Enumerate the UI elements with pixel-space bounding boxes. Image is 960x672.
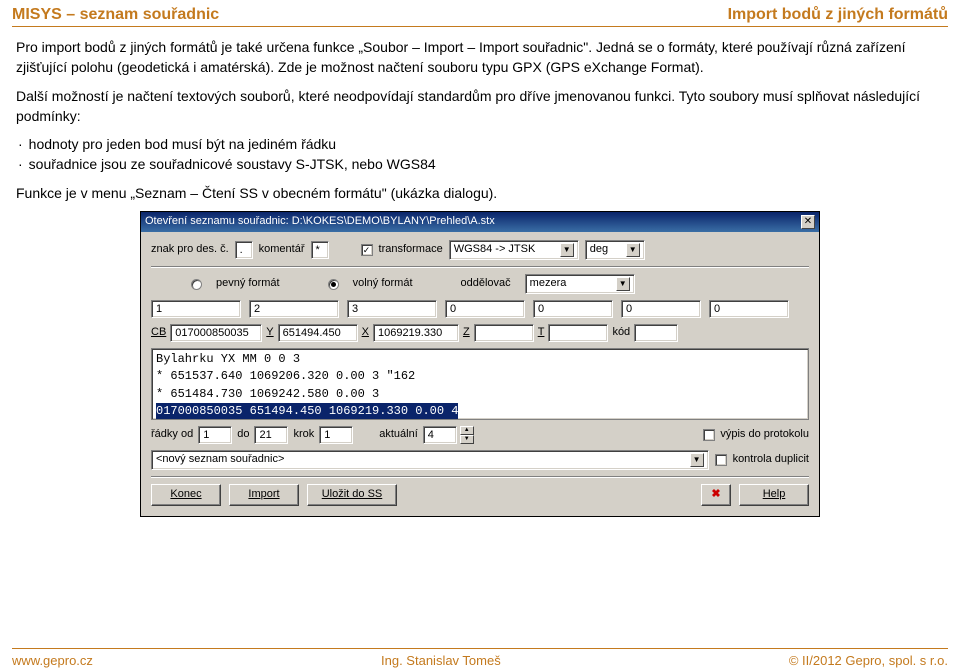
t-input[interactable] bbox=[548, 324, 608, 342]
comment-label: komentář bbox=[259, 242, 305, 258]
import-button[interactable]: Import bbox=[229, 484, 299, 506]
rows-from-input[interactable]: 1 bbox=[198, 426, 232, 444]
page-title-right: Import bodů z jiných formátů bbox=[728, 6, 948, 24]
step-input[interactable]: 1 bbox=[319, 426, 353, 444]
current-spinner[interactable]: ▲▼ bbox=[460, 426, 474, 444]
transform-select[interactable]: WGS84 -> JTSK ▼ bbox=[449, 240, 579, 260]
save-button[interactable]: Uložit do SS bbox=[307, 484, 397, 506]
free-format-label: volný formát bbox=[353, 276, 413, 292]
footer-url: www.gepro.cz bbox=[12, 653, 93, 668]
bullet-2: souřadnice jsou ze souřadnicové soustavy… bbox=[16, 154, 944, 174]
dialog-title-text: Otevření seznamu souřadnic: D:\KOKES\DEM… bbox=[145, 214, 495, 230]
x-input[interactable]: 1069219.330 bbox=[373, 324, 459, 342]
current-label: aktuální bbox=[379, 427, 418, 443]
decimal-label: znak pro des. č. bbox=[151, 242, 229, 258]
decimal-input[interactable]: . bbox=[235, 241, 253, 259]
log-label: výpis do protokolu bbox=[720, 427, 809, 443]
dialog-titlebar: Otevření seznamu souřadnic: D:\KOKES\DEM… bbox=[141, 212, 819, 232]
z-input[interactable] bbox=[474, 324, 534, 342]
content-area: Pro import bodů z jiných formátů je také… bbox=[0, 37, 960, 517]
x-label: X bbox=[362, 325, 369, 341]
paragraph-3: Funkce je v menu „Seznam – Čtení SS v ob… bbox=[16, 183, 944, 203]
rows-to-input[interactable]: 21 bbox=[254, 426, 288, 444]
preview-line: * 651484.730 1069242.580 0.00 3 bbox=[156, 386, 804, 403]
fixed-format-label: pevný formát bbox=[216, 276, 280, 292]
chevron-down-icon: ▼ bbox=[560, 243, 574, 257]
order-input-3[interactable]: 3 bbox=[347, 300, 437, 318]
target-ss-text: <nový seznam souřadnic> bbox=[156, 452, 284, 468]
chevron-down-icon: ▼ bbox=[460, 435, 474, 444]
step-label: krok bbox=[293, 427, 314, 443]
dialog-window: Otevření seznamu souřadnic: D:\KOKES\DEM… bbox=[140, 211, 820, 517]
close-icon[interactable]: ✕ bbox=[801, 215, 815, 229]
chevron-down-icon: ▼ bbox=[626, 243, 640, 257]
chevron-down-icon: ▼ bbox=[690, 453, 704, 467]
separator-select[interactable]: mezera ▼ bbox=[525, 274, 635, 294]
transform-select-text: WGS84 -> JTSK bbox=[454, 242, 536, 258]
y-label: Y bbox=[266, 325, 273, 341]
help-button[interactable]: Help bbox=[739, 484, 809, 506]
delete-button[interactable]: ✖ bbox=[701, 484, 731, 506]
unit-select[interactable]: deg ▼ bbox=[585, 240, 645, 260]
footer: www.gepro.cz Ing. Stanislav Tomeš © II/2… bbox=[12, 648, 948, 668]
unit-select-text: deg bbox=[590, 242, 608, 258]
log-checkbox[interactable] bbox=[703, 429, 715, 441]
transform-checkbox[interactable]: ✓ bbox=[361, 244, 373, 256]
target-ss-select[interactable]: <nový seznam souřadnic> ▼ bbox=[151, 450, 709, 470]
current-input[interactable]: 4 bbox=[423, 426, 457, 444]
comment-input[interactable]: * bbox=[311, 241, 329, 259]
header-rule bbox=[12, 26, 948, 27]
chevron-up-icon: ▲ bbox=[460, 426, 474, 435]
duplicates-label: kontrola duplicit bbox=[733, 452, 809, 468]
t-label: T bbox=[538, 325, 545, 341]
order-input-6[interactable]: 0 bbox=[621, 300, 701, 318]
order-input-1[interactable]: 1 bbox=[151, 300, 241, 318]
file-preview[interactable]: Bylahrku YX MM 0 0 3 * 651537.640 106920… bbox=[151, 348, 809, 420]
preview-line-selected: 017000850035 651494.450 1069219.330 0.00… bbox=[156, 403, 458, 420]
separator-label: oddělovač bbox=[461, 276, 511, 292]
paragraph-2: Další možností je načtení textových soub… bbox=[16, 86, 944, 127]
rows-from-label: řádky od bbox=[151, 427, 193, 443]
konec-button[interactable]: Konec bbox=[151, 484, 221, 506]
separator-select-text: mezera bbox=[530, 276, 567, 292]
chevron-down-icon: ▼ bbox=[616, 277, 630, 291]
preview-line: Bylahrku YX MM 0 0 3 bbox=[156, 351, 804, 368]
cb-input[interactable]: 017000850035 bbox=[170, 324, 262, 342]
order-input-5[interactable]: 0 bbox=[533, 300, 613, 318]
rows-to-label: do bbox=[237, 427, 249, 443]
order-input-2[interactable]: 2 bbox=[249, 300, 339, 318]
y-input[interactable]: 651494.450 bbox=[278, 324, 358, 342]
fixed-format-radio[interactable] bbox=[191, 279, 202, 290]
z-label: Z bbox=[463, 325, 470, 341]
free-format-radio[interactable] bbox=[328, 279, 339, 290]
order-input-7[interactable]: 0 bbox=[709, 300, 789, 318]
kod-input[interactable] bbox=[634, 324, 678, 342]
footer-copyright: © II/2012 Gepro, spol. s r.o. bbox=[789, 653, 948, 668]
page-title-left: MISYS – seznam souřadnic bbox=[12, 6, 219, 24]
x-icon: ✖ bbox=[711, 487, 720, 503]
bullet-1: hodnoty pro jeden bod musí být na jediné… bbox=[16, 134, 944, 154]
footer-author: Ing. Stanislav Tomeš bbox=[381, 653, 501, 668]
paragraph-1: Pro import bodů z jiných formátů je také… bbox=[16, 37, 944, 78]
order-input-4[interactable]: 0 bbox=[445, 300, 525, 318]
preview-line: * 651537.640 1069206.320 0.00 3 "162 bbox=[156, 368, 804, 385]
duplicates-checkbox[interactable] bbox=[715, 454, 727, 466]
transform-label: transformace bbox=[379, 242, 443, 258]
kod-label: kód bbox=[612, 325, 630, 341]
cb-label: CB bbox=[151, 325, 166, 341]
